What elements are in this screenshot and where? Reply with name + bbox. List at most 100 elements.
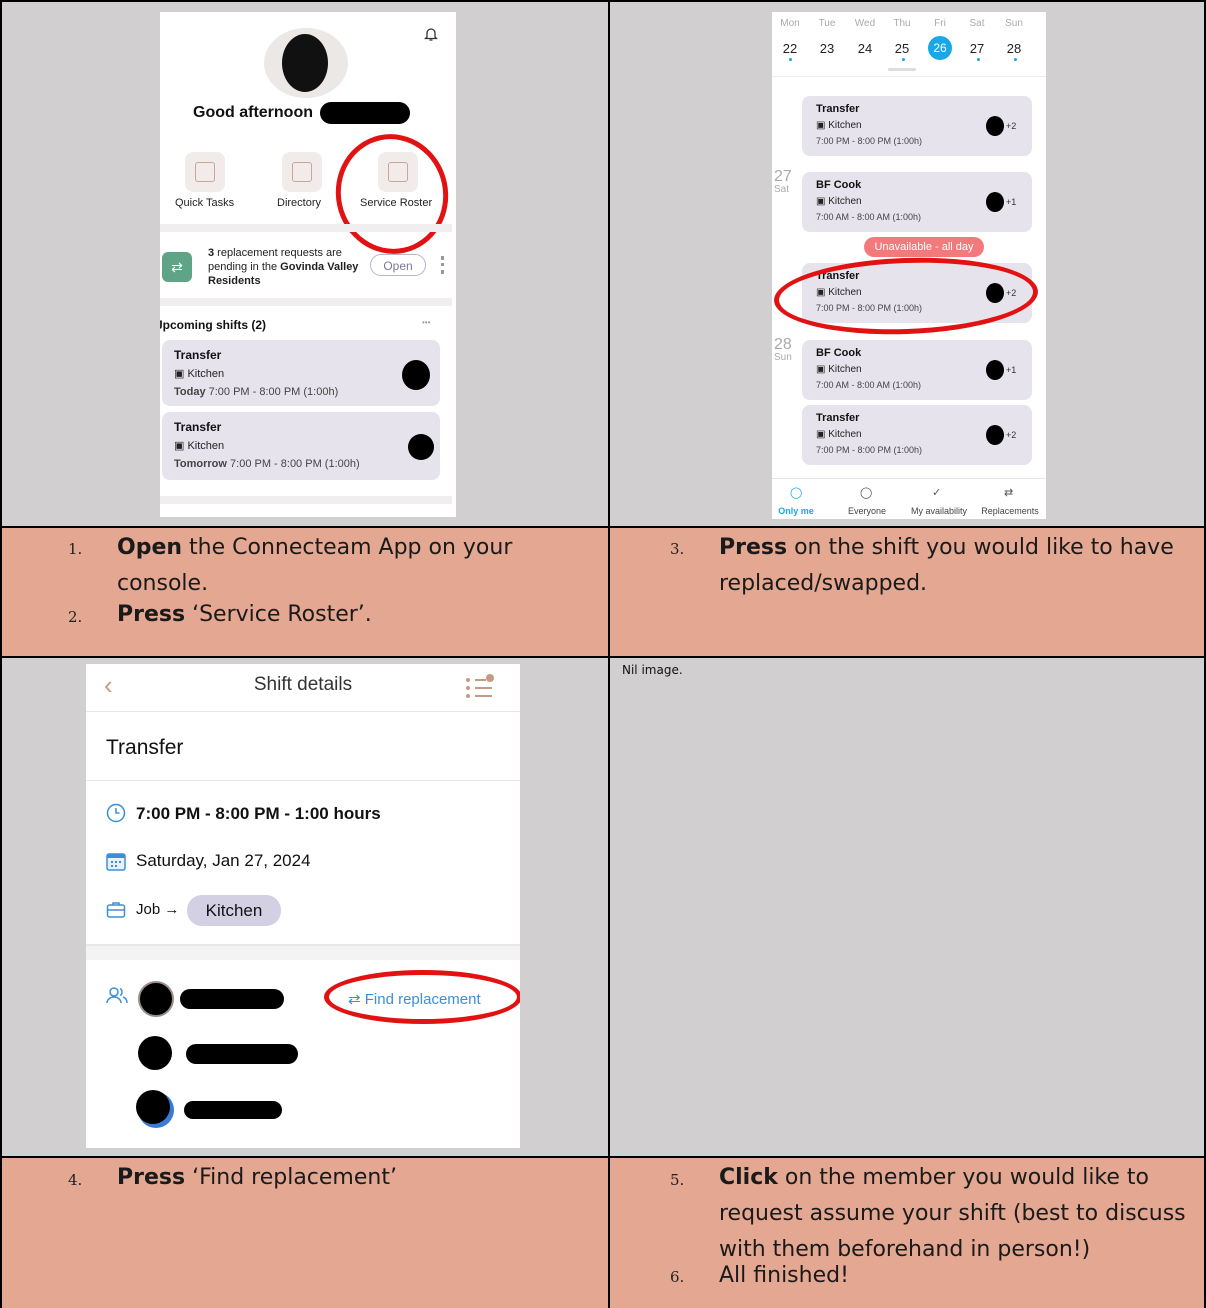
avatar-redaction [136, 1090, 170, 1124]
avatar [986, 425, 1004, 445]
weekday-label: Sun [1005, 18, 1023, 29]
day-number[interactable]: 25 [884, 41, 920, 56]
step-text: the Connecteam App on your [182, 535, 513, 560]
step-number: 1. [68, 540, 83, 558]
shift-job: ▣ Kitchen [816, 364, 862, 375]
nav-only-me[interactable]: Only me [772, 506, 820, 516]
side-day-label: Sun [774, 352, 792, 363]
extra-count: +2 [1006, 121, 1017, 131]
redacted-name [184, 1101, 282, 1119]
shift-card[interactable]: Transfer ▣ Kitchen Tomorrow 7:00 PM - 8:… [162, 412, 440, 480]
step-action: Press [117, 602, 186, 627]
shift-job: ▣ Kitchen [816, 196, 862, 207]
shift-job-name: Kitchen [828, 364, 862, 375]
shift-job: ▣ Kitchen [174, 368, 225, 380]
shift-job-name: Kitchen [187, 440, 225, 452]
weekday-label: Sat [969, 18, 985, 29]
shift-card[interactable]: Transfer ▣ Kitchen 7:00 PM - 8:00 PM (1:… [802, 405, 1032, 465]
redacted-name [180, 989, 284, 1009]
kebab-icon[interactable] [441, 256, 447, 274]
day-number[interactable]: 23 [809, 41, 845, 56]
section-gap [86, 946, 520, 960]
open-button[interactable]: Open [370, 254, 426, 276]
table-border [0, 0, 2, 1308]
step-6: All finished! [719, 1258, 1199, 1294]
shift-card[interactable]: Transfer ▣ Kitchen Today 7:00 PM - 8:00 … [162, 340, 440, 406]
shift-time-range: 7:00 PM - 8:00 PM (1:00h) [226, 458, 360, 470]
quick-tasks-tile[interactable] [185, 152, 225, 192]
shift-time: 7:00 AM - 8:00 AM (1:00h) [816, 212, 922, 222]
step-action: Open [117, 535, 183, 560]
step-text: All finished! [719, 1263, 849, 1288]
table-border [0, 656, 1206, 658]
step-text: console. [117, 571, 209, 596]
profile-avatar[interactable] [264, 28, 348, 98]
step-text: on the member you would like to [777, 1165, 1150, 1190]
shift-job-name: Kitchen [828, 120, 862, 131]
shift-job: ▣ Kitchen [816, 120, 862, 131]
checklist-icon [195, 162, 215, 182]
divider [160, 298, 452, 306]
directory-tile[interactable] [282, 152, 322, 192]
shift-dot [789, 58, 792, 61]
extra-count: +2 [1006, 430, 1017, 440]
divider [86, 780, 520, 781]
replacement-request-banner[interactable]: ⇄ 3 replacement requests are pending in … [160, 244, 452, 292]
avatar[interactable] [138, 1036, 172, 1070]
list-clock-icon[interactable] [464, 672, 494, 700]
people-icon[interactable]: ◯ [860, 486, 872, 499]
day-number[interactable]: 24 [847, 41, 883, 56]
job-label: Job → [136, 901, 180, 918]
shift-day: Today [174, 386, 206, 398]
step-5: Click on the member you would like to re… [719, 1160, 1199, 1268]
day-number[interactable]: 28 [996, 41, 1032, 56]
nav-replacements[interactable]: Replacements [976, 506, 1044, 516]
divider [160, 224, 452, 232]
shift-job-name: Kitchen [828, 429, 862, 440]
step-number: 5. [670, 1171, 685, 1189]
shift-card[interactable]: Transfer ▣ Kitchen 7:00 PM - 8:00 PM (1:… [802, 96, 1032, 156]
nav-my-availability[interactable]: My availability [904, 506, 974, 516]
selected-day[interactable]: 26 [928, 36, 952, 60]
shift-time: 7:00 AM - 8:00 AM (1:00h) [816, 380, 922, 390]
swap-icon[interactable]: ⇄ [1004, 486, 1013, 499]
day-number[interactable]: 22 [772, 41, 808, 56]
step-1: Open the Connecteam App on your console. [117, 530, 597, 602]
shift-card[interactable]: BF Cook ▣ Kitchen 7:00 AM - 8:00 AM (1:0… [802, 172, 1032, 232]
upcoming-shifts-title: Jpcoming shifts (2) [160, 318, 267, 332]
more-icon[interactable]: ••• [422, 318, 430, 327]
drag-handle[interactable] [888, 68, 916, 71]
person-icon[interactable]: ◯ [790, 486, 802, 499]
shift-title: BF Cook [816, 347, 862, 359]
step-3: Press on the shift you would like to hav… [719, 530, 1199, 602]
day-number[interactable]: 27 [959, 41, 995, 56]
side-day-label: Sat [774, 184, 790, 195]
avatar [986, 192, 1004, 212]
step-number: 6. [670, 1268, 685, 1286]
avatar[interactable] [138, 981, 174, 1017]
extra-count: +1 [1006, 365, 1017, 375]
step-text: ‘Service Roster’. [185, 602, 372, 627]
divider [86, 711, 520, 712]
shift-time: 7:00 PM - 8:00 PM (1:00h) [816, 136, 923, 146]
shift-title: Transfer [816, 103, 860, 115]
shift-title: Transfer [816, 412, 860, 424]
nav-everyone[interactable]: Everyone [842, 506, 892, 516]
step-text: ‘Find replacement’ [185, 1165, 397, 1190]
step-text: request assume your shift (best to discu… [719, 1201, 1186, 1226]
job-kitchen-tag[interactable]: Kitchen [187, 895, 281, 926]
step-4: Press ‘Find replacement’ [117, 1160, 597, 1196]
shift-dot [902, 58, 905, 61]
weekday-label: Thu [893, 18, 911, 29]
weekday-label: Fri [934, 18, 946, 29]
weekday-label: Wed [854, 18, 876, 29]
extra-count: +1 [1006, 197, 1017, 207]
shift-card[interactable]: BF Cook ▣ Kitchen 7:00 AM - 8:00 AM (1:0… [802, 340, 1032, 400]
check-circle-icon[interactable]: ✓ [932, 486, 941, 499]
shift-job-name: Kitchen [828, 196, 862, 207]
step-number: 3. [670, 540, 685, 558]
bell-icon[interactable] [423, 26, 439, 42]
directory-label: Directory [277, 197, 322, 209]
redacted-name [186, 1044, 298, 1064]
contacts-book-icon [292, 162, 312, 182]
